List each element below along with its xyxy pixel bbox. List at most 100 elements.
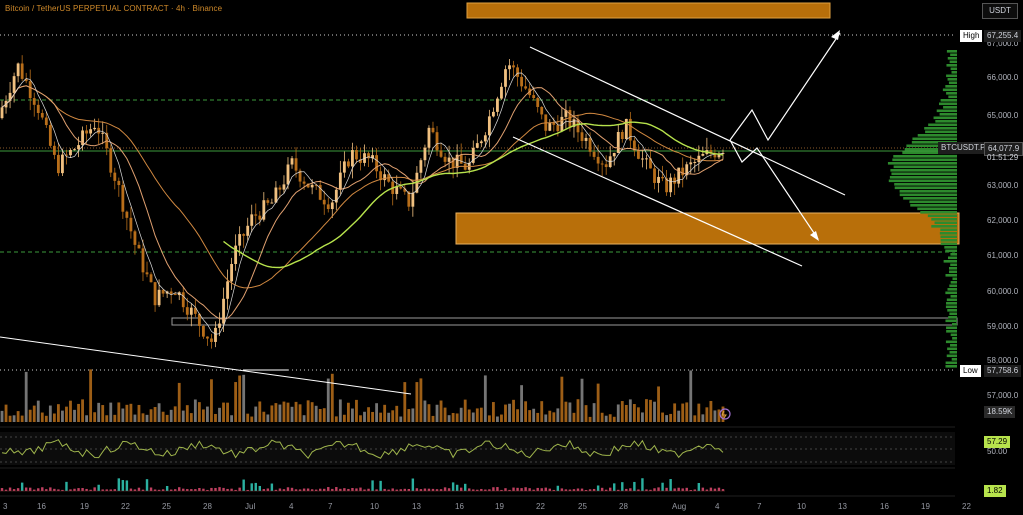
volume-bar	[363, 411, 366, 422]
volume-bar	[588, 416, 592, 422]
volume-bar	[222, 402, 225, 422]
time-tick: 19	[495, 502, 504, 511]
profile-bar	[928, 123, 957, 127]
volume-bar	[310, 402, 314, 422]
oscillator-bar	[286, 487, 290, 491]
oscillator-bar	[270, 483, 274, 491]
volume-bar	[532, 408, 536, 422]
oscillator-bar	[49, 487, 52, 491]
oscillator-bar	[73, 488, 76, 491]
high-label: High	[960, 30, 983, 42]
volume-bar	[206, 406, 209, 422]
volume-bar	[632, 404, 636, 422]
oscillator-bar	[65, 481, 68, 491]
demand-zone[interactable]	[455, 212, 960, 245]
oscillator-bar	[351, 487, 354, 491]
oscillator-value: 1.82	[984, 485, 1006, 497]
oscillator-bar	[480, 488, 483, 491]
volume-bar	[580, 378, 584, 422]
price-chart[interactable]	[0, 0, 1023, 515]
oscillator-bar	[85, 488, 88, 491]
oscillator-bar	[359, 487, 362, 491]
high-value: 67,255.4	[984, 30, 1022, 42]
volume-bar	[12, 415, 16, 422]
volume-bar	[193, 399, 197, 422]
profile-bar	[920, 211, 957, 214]
oscillator-bar	[451, 482, 455, 491]
oscillator-bar	[556, 485, 560, 491]
volume-bar	[447, 415, 451, 422]
oscillator-bar	[343, 488, 346, 491]
volume-bar	[415, 382, 419, 422]
price-tick: 65,000.0	[987, 111, 1019, 120]
oscillator-bar	[411, 478, 415, 491]
volume-bar	[705, 407, 709, 422]
volume-bar	[270, 405, 274, 422]
profile-bar	[940, 235, 957, 239]
profile-bar	[894, 183, 957, 186]
volume-bar	[528, 410, 532, 422]
oscillator-bar	[596, 485, 600, 491]
volume-bar	[101, 405, 105, 422]
volume-bar	[262, 411, 266, 422]
time-tick: 22	[121, 502, 130, 511]
price-tick: 66,000.0	[987, 73, 1019, 82]
volume-bar	[427, 404, 431, 422]
oscillator-bar	[24, 487, 28, 491]
volume-bar	[173, 406, 177, 422]
profile-bar	[933, 116, 957, 120]
oscillator-bar	[709, 487, 713, 491]
profile-bar	[940, 99, 957, 102]
volume-bar	[286, 402, 290, 422]
oscillator-bar	[560, 488, 564, 491]
oscillator-bar	[371, 480, 374, 491]
time-tick: 4	[715, 502, 720, 511]
volume-bar	[8, 415, 12, 422]
oscillator-bar	[41, 487, 44, 491]
oscillator-bar	[218, 487, 221, 491]
volume-bar	[61, 410, 64, 422]
oscillator-bar	[713, 488, 717, 491]
candle	[109, 144, 113, 178]
oscillator-bar	[600, 487, 604, 491]
volume-bar	[125, 404, 129, 422]
volume-bar	[435, 404, 439, 422]
volume-bar	[338, 399, 342, 422]
volume-bar	[689, 370, 693, 422]
oscillator-bar	[29, 487, 32, 491]
oscillator-bar	[431, 488, 435, 491]
oscillator-bar	[524, 487, 527, 491]
volume-bar	[48, 405, 52, 422]
volume-bar	[294, 401, 298, 422]
oscillator-bar	[335, 487, 338, 491]
profile-bar	[940, 242, 957, 246]
volume-bar	[20, 415, 24, 422]
volume-bar	[290, 406, 294, 422]
profile-bar	[888, 179, 957, 183]
profile-bar	[952, 337, 957, 340]
profile-bar	[935, 120, 957, 123]
volume-bar	[97, 402, 101, 422]
oscillator-bar	[504, 488, 507, 491]
profile-bar	[950, 253, 957, 256]
profile-bar	[948, 267, 957, 270]
volume-bar	[568, 402, 572, 422]
oscillator-bar	[258, 485, 261, 491]
profile-bar	[947, 309, 957, 312]
volume-bar	[636, 407, 640, 422]
oscillator-bar	[306, 488, 310, 491]
volume-bar	[77, 403, 80, 422]
oscillator-bar	[20, 482, 24, 491]
profile-bar	[927, 214, 957, 218]
volume-value: 18.59K	[984, 406, 1016, 418]
currency-selector[interactable]: USDT	[982, 3, 1018, 19]
volume-bar	[181, 410, 185, 422]
volume-bar	[693, 415, 697, 422]
profile-bar	[952, 323, 957, 326]
volume-bar	[463, 399, 467, 422]
profile-bar	[944, 246, 957, 249]
profile-bar	[946, 326, 957, 330]
top-supply-zone[interactable]	[466, 2, 831, 19]
oscillator-bar	[653, 488, 656, 491]
time-tick: 19	[921, 502, 930, 511]
